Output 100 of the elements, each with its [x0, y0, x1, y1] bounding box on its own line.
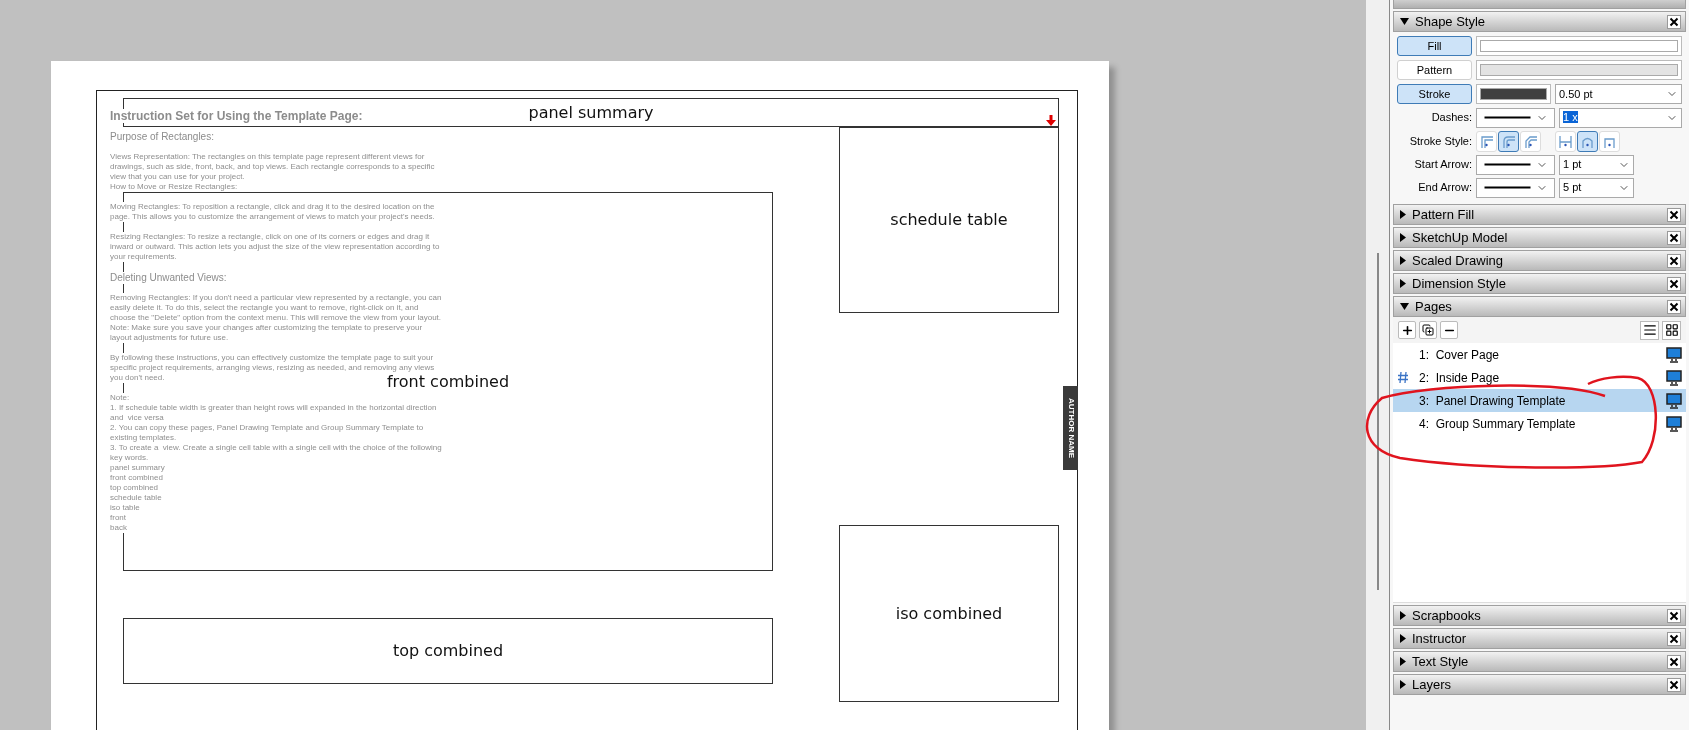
cap-style-button[interactable] [1577, 130, 1598, 152]
view-label: schedule table [890, 209, 1008, 231]
view-label: panel summary [528, 101, 654, 124]
grid-view-button[interactable] [1662, 320, 1681, 340]
duplicate-page-button[interactable] [1419, 321, 1437, 339]
line-style-dropdown[interactable] [1476, 154, 1555, 175]
monitor-icon [1666, 369, 1682, 386]
panel-title: Instructor [1412, 632, 1468, 645]
panel-title: Shape Style [1415, 15, 1487, 28]
caret-right-icon [1400, 279, 1406, 288]
caret-right-icon [1400, 634, 1406, 643]
caret-right-icon [1400, 210, 1406, 219]
monitor-icon [1666, 346, 1682, 363]
page-list-item[interactable]: 3: Panel Drawing Template [1393, 389, 1686, 412]
panel-header[interactable]: Pages [1393, 296, 1686, 317]
instructions-title: Instruction Set for Using the Template Page: [110, 109, 363, 123]
caret-down-icon [1400, 303, 1409, 310]
page-list-item[interactable]: 1: Cover Page [1393, 343, 1686, 366]
field-label: Stroke Style: [1408, 133, 1472, 149]
style-toggle-button[interactable]: Fill [1397, 36, 1472, 56]
close-icon[interactable] [1667, 253, 1681, 268]
value-dropdown[interactable]: 1 pt [1559, 154, 1634, 175]
close-icon[interactable] [1667, 14, 1681, 29]
instructions-heading: Purpose of Rectangles: [110, 131, 214, 143]
color-swatch[interactable] [1480, 40, 1678, 52]
author-name-text: AUTHOR NAME [1066, 398, 1075, 458]
cap-style-icon [1559, 134, 1572, 148]
close-icon[interactable] [1667, 276, 1681, 291]
plus-icon [1400, 323, 1414, 337]
value-text: 5 pt [1563, 181, 1582, 194]
panel-header[interactable]: Shape Style [1393, 11, 1686, 32]
monitor-icon [1666, 392, 1682, 409]
panel-title: Pages [1415, 300, 1453, 313]
list-icon [1642, 323, 1657, 337]
panel-title: Scrapbooks [1412, 609, 1482, 622]
caret-right-icon [1400, 233, 1406, 242]
panel-title: Dimension Style [1412, 277, 1507, 290]
corner-style-icon [1524, 134, 1537, 148]
line-sample-icon [1483, 163, 1532, 166]
page-name: 4: Group Summary Template [1419, 415, 1577, 433]
style-toggle-button[interactable]: Pattern [1397, 60, 1472, 80]
caret-right-icon [1400, 611, 1406, 620]
value-text: 1 pt [1563, 158, 1582, 171]
close-icon[interactable] [1667, 608, 1681, 623]
page-list-item[interactable]: 4: Group Summary Template [1393, 412, 1686, 435]
value-dropdown[interactable]: 5 pt [1559, 177, 1634, 198]
corner-style-button[interactable] [1498, 130, 1519, 152]
caret-down-icon [1400, 18, 1409, 25]
corner-style-icon [1502, 134, 1515, 148]
duplicate-icon [1422, 324, 1434, 336]
remove-page-button[interactable] [1440, 321, 1458, 339]
line-style-dropdown[interactable] [1476, 107, 1555, 128]
scrollbar-thumb[interactable] [1376, 253, 1379, 590]
view-label: iso combined [895, 602, 1003, 625]
panel-header[interactable]: Pattern Fill [1393, 204, 1686, 225]
panel-title: Layers [1412, 678, 1453, 691]
close-icon[interactable] [1667, 631, 1681, 646]
panel-header[interactable]: Scrapbooks [1393, 605, 1686, 626]
caret-right-icon [1400, 657, 1406, 666]
panel-title: Text Style [1412, 655, 1470, 668]
width-dropdown[interactable]: 0.50 pt [1555, 84, 1682, 104]
panel-header[interactable]: Text Style [1393, 651, 1686, 672]
panel-header[interactable]: Layers [1393, 674, 1686, 695]
panel-header[interactable]: Instructor [1393, 628, 1686, 649]
add-page-button[interactable] [1398, 321, 1416, 339]
close-icon[interactable] [1667, 654, 1681, 669]
list-view-button[interactable] [1640, 320, 1659, 340]
panel-header[interactable]: SketchUp Model [1393, 227, 1686, 248]
monitor-icon [1666, 415, 1682, 432]
panel-title: Scaled Drawing [1412, 254, 1505, 267]
color-swatch[interactable] [1480, 64, 1678, 76]
panel-title: SketchUp Model [1412, 231, 1509, 244]
line-style-dropdown[interactable] [1476, 177, 1555, 198]
close-icon[interactable] [1667, 230, 1681, 245]
view-label: top combined [392, 640, 504, 662]
close-icon[interactable] [1667, 677, 1681, 692]
page-list-item[interactable]: 2: Inside Page [1393, 366, 1686, 389]
field-label: Start Arrow: [1413, 157, 1472, 173]
view-rectangle[interactable]: schedule table [839, 127, 1059, 313]
page-name: 3: Panel Drawing Template [1419, 392, 1567, 410]
line-sample-icon [1483, 116, 1532, 119]
corner-style-icon [1480, 134, 1493, 148]
page-name: 2: Inside Page [1419, 369, 1501, 387]
down-arrow-icon [1046, 115, 1056, 126]
field-label: Dashes: [1430, 110, 1472, 126]
page-name: 1: Cover Page [1419, 346, 1501, 364]
panel-header[interactable]: Dimension Style [1393, 273, 1686, 294]
instructions-heading: Deleting Unwanted Views: [110, 272, 227, 284]
close-icon[interactable] [1667, 207, 1681, 222]
caret-right-icon [1400, 256, 1406, 265]
color-swatch[interactable] [1480, 88, 1547, 100]
style-toggle-button[interactable]: Stroke [1397, 84, 1472, 104]
close-icon[interactable] [1667, 299, 1681, 314]
value-dropdown[interactable]: 1 x [1559, 107, 1682, 128]
view-rectangle[interactable]: iso combined [839, 525, 1059, 702]
value-text: 1 x [1563, 111, 1578, 124]
view-rectangle[interactable]: top combined [123, 618, 773, 684]
panel-header[interactable]: Scaled Drawing [1393, 250, 1686, 271]
caret-right-icon [1400, 680, 1406, 689]
field-label: End Arrow: [1417, 180, 1472, 196]
